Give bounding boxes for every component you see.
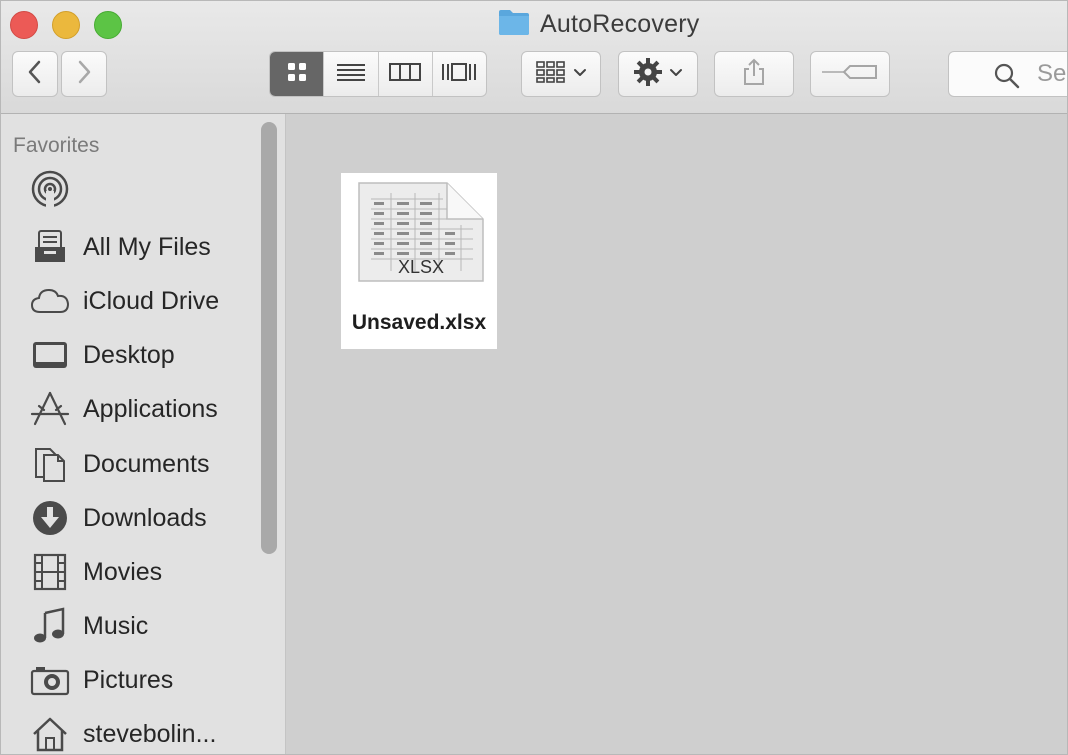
sidebar-item-music[interactable]: Music xyxy=(29,604,148,648)
sidebar-item-icloud-drive[interactable]: iCloud Drive xyxy=(29,279,219,323)
forward-button[interactable] xyxy=(61,51,107,97)
tag-icon xyxy=(822,62,878,87)
minimize-button[interactable] xyxy=(52,11,80,39)
window-title: AutoRecovery xyxy=(498,8,699,40)
icon-view-button[interactable] xyxy=(270,52,325,96)
list-view-icon xyxy=(335,61,367,88)
applications-icon xyxy=(29,388,71,430)
sidebar-section-favorites: Favorites xyxy=(13,134,100,157)
share-button[interactable] xyxy=(714,51,794,97)
gallery-view-icon xyxy=(440,61,478,88)
sidebar-item-documents[interactable]: Documents xyxy=(29,442,209,486)
sidebar-item-label: Applications xyxy=(83,394,218,423)
gear-icon xyxy=(633,57,663,92)
chevron-down-icon xyxy=(669,65,683,83)
sidebar-item-label: All My Files xyxy=(83,232,211,261)
sidebar-item-airdrop[interactable] xyxy=(29,167,83,211)
all-files-icon xyxy=(29,226,71,268)
share-icon xyxy=(741,57,767,92)
folder-icon xyxy=(498,8,530,41)
search-icon xyxy=(993,62,1021,95)
arrange-grid-icon xyxy=(535,60,567,89)
sidebar-item-movies[interactable]: Movies xyxy=(29,550,162,594)
sidebar-item-label: Downloads xyxy=(83,503,207,532)
sidebar-item-label: Desktop xyxy=(83,340,175,369)
chevron-right-icon xyxy=(75,59,93,90)
file-name: Unsaved.xlsx xyxy=(351,311,487,334)
sidebar-item-downloads[interactable]: Downloads xyxy=(29,496,207,540)
chevron-down-icon xyxy=(573,65,587,83)
close-button[interactable] xyxy=(10,11,38,39)
file-browser: XLSX Unsaved.xlsx xyxy=(286,114,1067,754)
list-view-button[interactable] xyxy=(324,52,379,96)
file-item[interactable]: XLSX Unsaved.xlsx xyxy=(341,173,497,349)
back-button[interactable] xyxy=(12,51,58,97)
finder-window: AutoRecovery Se Favorites All My Files i… xyxy=(0,0,1068,755)
cloud-icon xyxy=(29,280,71,322)
toolbar: AutoRecovery Se xyxy=(1,1,1067,114)
xlsx-file-icon: XLSX xyxy=(357,181,485,290)
tags-button[interactable] xyxy=(810,51,890,97)
chevron-left-icon xyxy=(26,59,44,90)
sidebar-item-label: Pictures xyxy=(83,665,174,694)
desktop-icon xyxy=(29,334,71,376)
arrange-button[interactable] xyxy=(521,51,601,97)
icon-view-icon xyxy=(286,61,308,88)
sidebar-item-applications[interactable]: Applications xyxy=(29,387,218,431)
sidebar-item-label: Documents xyxy=(83,449,210,478)
sidebar: Favorites All My Files iCloud Drive Desk… xyxy=(1,114,286,754)
column-view-icon xyxy=(388,61,422,88)
camera-icon xyxy=(29,659,71,701)
gallery-view-button[interactable] xyxy=(433,52,486,96)
zoom-button[interactable] xyxy=(94,11,122,39)
airdrop-icon xyxy=(29,168,71,210)
sidebar-item-pictures[interactable]: Pictures xyxy=(29,658,173,702)
search-field[interactable]: Sea xyxy=(948,51,1067,97)
xlsx-label: XLSX xyxy=(398,257,444,277)
sidebar-scrollbar[interactable] xyxy=(261,122,277,554)
sidebar-item-all-my-files[interactable]: All My Files xyxy=(29,225,211,269)
sidebar-item-home[interactable]: stevebolin... xyxy=(29,712,217,754)
documents-icon xyxy=(29,443,71,485)
home-icon xyxy=(29,713,71,754)
sidebar-item-label: Music xyxy=(83,611,149,640)
column-view-button[interactable] xyxy=(379,52,433,96)
sidebar-item-label: iCloud Drive xyxy=(83,286,220,315)
music-note-icon xyxy=(29,605,71,647)
view-mode-selector xyxy=(269,51,487,97)
sidebar-item-label: Movies xyxy=(83,557,163,586)
window-title-text: AutoRecovery xyxy=(540,9,700,38)
film-icon xyxy=(29,551,71,593)
sidebar-item-desktop[interactable]: Desktop xyxy=(29,333,175,377)
sidebar-item-label: stevebolin... xyxy=(83,719,217,748)
action-button[interactable] xyxy=(618,51,698,97)
downloads-icon xyxy=(29,497,71,539)
